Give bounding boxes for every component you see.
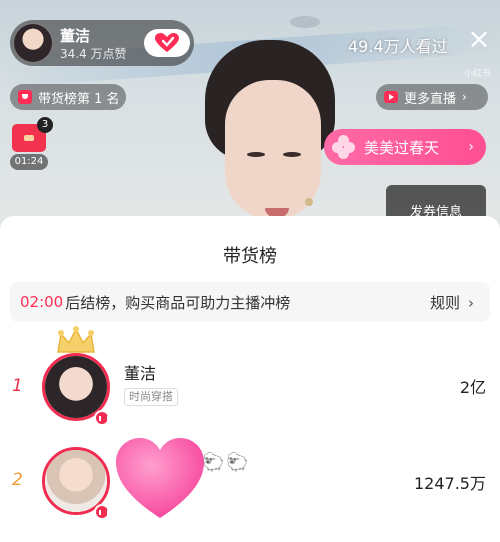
live-indicator-icon xyxy=(94,504,110,520)
crown-icon xyxy=(57,326,95,353)
sales-rank-label: 带货榜第 1 名 xyxy=(38,91,120,107)
notice-text: 后结榜，购买商品可助力主播冲榜 xyxy=(65,293,291,312)
pink-heart-sticker xyxy=(116,438,204,518)
rank-number: 2 xyxy=(12,470,23,490)
watermark: 小红书 xyxy=(464,69,492,79)
sheep-icon: 🐑 xyxy=(202,452,225,473)
anchor-info[interactable]: 董洁 34.4 万点赞 xyxy=(10,20,194,66)
more-live-button[interactable]: 更多直播 › xyxy=(376,84,488,110)
row-sales: 2亿 xyxy=(459,378,486,397)
leaderboard-sheet: 带货榜 02:00 后结榜，购买商品可助力主播冲榜 规则 › 1 董洁 时尚穿搭 … xyxy=(0,216,500,542)
red-packet-timer: 01:24 xyxy=(10,154,48,170)
leaderboard-row[interactable]: 1 董洁 时尚穿搭 2亿 xyxy=(0,326,500,426)
leaderboard-notice: 02:00 后结榜，购买商品可助力主播冲榜 规则 › xyxy=(10,282,490,322)
host-eye-right xyxy=(283,152,301,157)
rules-link[interactable]: 规则 › xyxy=(430,292,474,313)
chevron-right-icon: › xyxy=(462,90,467,104)
viewer-count: 49.4万人看过 xyxy=(348,37,448,56)
red-packet-count: 3 xyxy=(37,117,53,133)
host-figure xyxy=(205,40,335,235)
chevron-right-icon: › xyxy=(468,293,474,312)
event-banner-label: 美美过春天 xyxy=(364,138,440,157)
host-eye-left xyxy=(247,152,265,157)
more-live-label: 更多直播 xyxy=(404,91,457,107)
rank-number: 1 xyxy=(12,376,23,396)
close-icon[interactable]: × xyxy=(466,25,492,53)
host-earring xyxy=(305,198,313,206)
rules-label: 规则 xyxy=(429,293,460,312)
live-indicator-icon xyxy=(94,410,110,426)
anchor-name: 董洁 xyxy=(60,27,91,45)
play-icon xyxy=(384,91,398,103)
anchor-likes: 34.4 万点赞 xyxy=(60,47,127,61)
sheep-icon: 🐑 xyxy=(226,452,249,473)
flower-icon xyxy=(332,135,356,159)
follow-button[interactable] xyxy=(144,29,190,57)
anchor-avatar[interactable] xyxy=(13,23,53,63)
ceiling-light xyxy=(290,16,320,28)
follow-heart-icon xyxy=(155,33,179,52)
sheet-title: 带货榜 xyxy=(223,246,277,267)
chevron-right-icon: › xyxy=(468,139,474,155)
rank-bag-icon xyxy=(18,90,32,104)
row-tag: 时尚穿搭 xyxy=(124,388,178,406)
row-sales: 1247.5万 xyxy=(414,474,486,493)
row-name: 董洁 xyxy=(124,364,157,383)
notice-countdown: 02:00 xyxy=(20,293,64,311)
sales-rank-badge[interactable]: 带货榜第 1 名 xyxy=(10,84,126,110)
leaderboard-row[interactable]: 2 🐑 🐑 1247.5万 xyxy=(0,438,500,520)
event-banner[interactable]: 美美过春天 › xyxy=(324,129,486,165)
